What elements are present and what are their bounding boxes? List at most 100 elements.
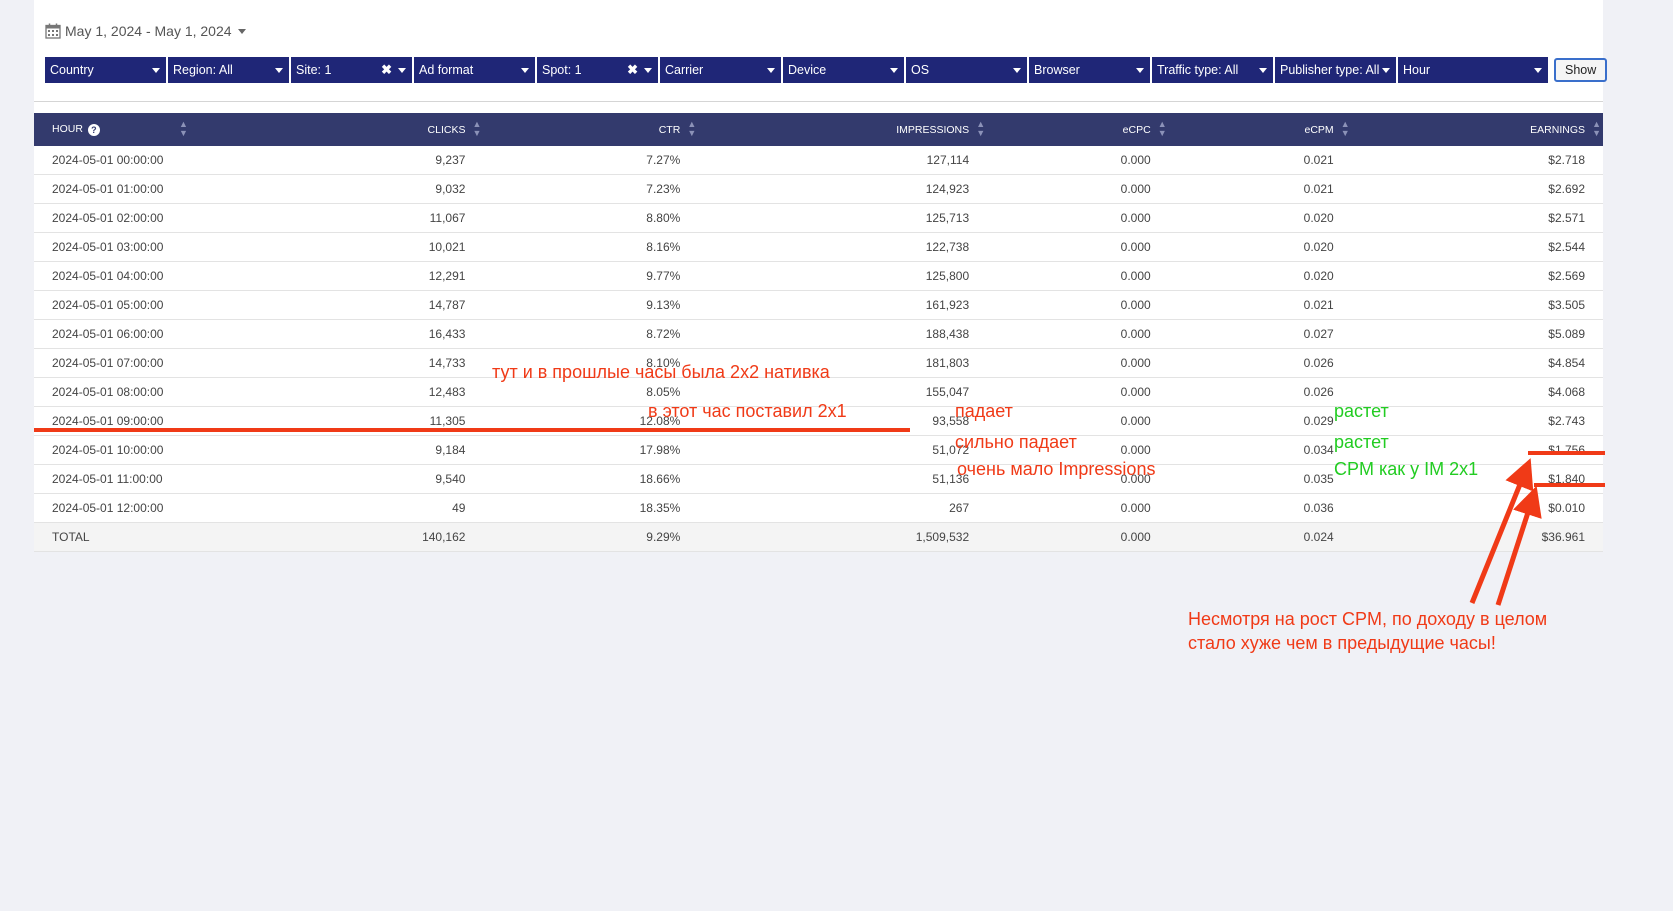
filter-label: OS bbox=[911, 63, 930, 77]
sort-icon[interactable]: ▲ ▼ bbox=[1341, 120, 1350, 138]
column-header-ecpc[interactable]: eCPC ▲ ▼ bbox=[987, 113, 1169, 146]
sort-icon[interactable]: ▲ ▼ bbox=[473, 120, 482, 138]
table-cell: 0.000 bbox=[987, 493, 1169, 523]
table-cell: $2.718 bbox=[1351, 146, 1603, 175]
filter-dropdown-7[interactable]: OS bbox=[906, 57, 1027, 83]
sort-icon[interactable]: ▲ ▼ bbox=[1592, 120, 1601, 138]
annotation-growing-1: растет bbox=[1334, 401, 1389, 421]
column-header-ctr[interactable]: CTR ▲ ▼ bbox=[483, 113, 699, 146]
table-cell: 161,923 bbox=[698, 290, 988, 320]
filter-label: Traffic type: All bbox=[1157, 63, 1239, 77]
table-body: 2024-05-01 00:00:00 9,237 7.27% 127,114 0.00… bbox=[34, 146, 1603, 552]
filter-label: Site: 1 bbox=[296, 63, 332, 77]
filter-label: Country bbox=[50, 63, 94, 77]
filter-dropdown-11[interactable]: Hour bbox=[1398, 57, 1548, 83]
date-range-picker[interactable]: May 1, 2024 - May 1, 2024 bbox=[45, 20, 246, 42]
table-row: 2024-05-01 06:00:00 16,433 8.72% 188,438 0.0… bbox=[34, 319, 1603, 349]
chevron-down-icon bbox=[275, 68, 283, 73]
sort-icon[interactable]: ▲ ▼ bbox=[687, 120, 696, 138]
table-cell: 9,237 bbox=[267, 146, 484, 175]
table-cell: 2024-05-01 10:00:00 bbox=[34, 435, 268, 465]
column-header-impressions[interactable]: IMPRESSIONS ▲ ▼ bbox=[698, 113, 988, 146]
filter-dropdown-5[interactable]: Carrier bbox=[660, 57, 781, 83]
column-header-earnings[interactable]: EARNINGS ▲ ▼ bbox=[1351, 113, 1603, 146]
table-cell: 0.000 bbox=[987, 261, 1169, 291]
table-cell: 0.020 bbox=[1168, 203, 1352, 233]
table-cell: 0.000 bbox=[987, 377, 1169, 407]
table-cell: 2024-05-01 09:00:00 bbox=[34, 406, 268, 436]
filter-dropdown-8[interactable]: Browser bbox=[1029, 57, 1150, 83]
table-cell: 2024-05-01 03:00:00 bbox=[34, 232, 268, 262]
filter-dropdown-9[interactable]: Traffic type: All bbox=[1152, 57, 1273, 83]
table-cell: $2.569 bbox=[1351, 261, 1603, 291]
divider bbox=[34, 101, 1603, 102]
filter-label: Hour bbox=[1403, 63, 1431, 77]
table-cell: 0.027 bbox=[1168, 319, 1352, 349]
date-range-label: May 1, 2024 - May 1, 2024 bbox=[65, 23, 232, 39]
table-cell: 7.23% bbox=[483, 174, 699, 204]
column-header-ecpm[interactable]: eCPM ▲ ▼ bbox=[1168, 113, 1352, 146]
table-cell: 2024-05-01 08:00:00 bbox=[34, 377, 268, 407]
filter-dropdown-0[interactable]: Country bbox=[45, 57, 166, 83]
column-header-label: eCPM bbox=[1304, 123, 1334, 136]
column-header-hour[interactable]: HOUR? ▲ ▼ bbox=[34, 113, 268, 146]
sort-icon[interactable]: ▲ ▼ bbox=[976, 120, 985, 138]
table-cell: $2.743 bbox=[1351, 406, 1603, 436]
chevron-down-icon bbox=[1534, 68, 1542, 73]
column-header-label: CTR bbox=[658, 123, 681, 136]
table-cell: 188,438 bbox=[698, 319, 988, 349]
table-cell: 2024-05-01 12:00:00 bbox=[34, 493, 268, 523]
table-cell: 9.13% bbox=[483, 290, 699, 320]
filter-dropdown-4[interactable]: Spot: 1 ✖ bbox=[537, 57, 658, 83]
table-cell: $5.089 bbox=[1351, 319, 1603, 349]
table-row: 2024-05-01 05:00:00 14,787 9.13% 161,923 0.0… bbox=[34, 290, 1603, 320]
table-row: 2024-05-01 12:00:00 49 18.35% 267 0.000 0.036… bbox=[34, 493, 1603, 523]
column-header-label: eCPC bbox=[1122, 123, 1151, 136]
table-cell: 0.021 bbox=[1168, 174, 1352, 204]
annotation-growing-2: растет bbox=[1334, 432, 1389, 452]
table-cell: 14,787 bbox=[267, 290, 484, 320]
table-cell: 16,433 bbox=[267, 319, 484, 349]
table-row: 2024-05-01 01:00:00 9,032 7.23% 124,923 0.00… bbox=[34, 174, 1603, 204]
filter-dropdown-2[interactable]: Site: 1 ✖ bbox=[291, 57, 412, 83]
filter-dropdown-3[interactable]: Ad format bbox=[414, 57, 535, 83]
chevron-down-icon bbox=[644, 68, 652, 73]
table-cell: 51,072 bbox=[698, 435, 988, 465]
show-button[interactable]: Show bbox=[1554, 58, 1608, 82]
report-table: HOUR? ▲ ▼ CLICKS ▲ ▼ CTR ▲ ▼ IMPRESSIONS ▲ ▼ eCPC ▲ ▼ e… bbox=[34, 113, 1603, 552]
filter-label: Ad format bbox=[419, 63, 474, 77]
sort-icon[interactable]: ▲ ▼ bbox=[1158, 120, 1167, 138]
column-header-clicks[interactable]: CLICKS ▲ ▼ bbox=[267, 113, 484, 146]
table-cell: 0.000 bbox=[987, 290, 1169, 320]
help-icon[interactable]: ? bbox=[87, 123, 100, 136]
filter-dropdown-6[interactable]: Device bbox=[783, 57, 904, 83]
chevron-down-icon bbox=[890, 68, 898, 73]
clear-icon[interactable]: ✖ bbox=[381, 57, 392, 83]
table-cell: 125,713 bbox=[698, 203, 988, 233]
sort-icon[interactable]: ▲ ▼ bbox=[179, 120, 188, 138]
annotation-cpm-like-im: CPM как у IM 2х1 bbox=[1334, 459, 1479, 479]
chevron-down-icon bbox=[1013, 68, 1021, 73]
table-cell: 140,162 bbox=[267, 522, 484, 552]
table-cell: 2024-05-01 01:00:00 bbox=[34, 174, 268, 204]
table-cell: $2.571 bbox=[1351, 203, 1603, 233]
table-cell: 124,923 bbox=[698, 174, 988, 204]
table-cell: $36.961 bbox=[1351, 522, 1603, 552]
table-cell: 2024-05-01 06:00:00 bbox=[34, 319, 268, 349]
table-cell: 0.020 bbox=[1168, 261, 1352, 291]
filter-dropdown-1[interactable]: Region: All bbox=[168, 57, 289, 83]
clear-icon[interactable]: ✖ bbox=[627, 57, 638, 83]
table-header-row: HOUR? ▲ ▼ CLICKS ▲ ▼ CTR ▲ ▼ IMPRESSIONS ▲ ▼ eCPC ▲ ▼ e… bbox=[34, 113, 1603, 146]
table-cell: 2024-05-01 02:00:00 bbox=[34, 203, 268, 233]
table-row: 2024-05-01 04:00:00 12,291 9.77% 125,800 0.0… bbox=[34, 261, 1603, 291]
chevron-down-icon bbox=[398, 68, 406, 73]
chevron-down-icon bbox=[1259, 68, 1267, 73]
table-cell: 0.026 bbox=[1168, 348, 1352, 378]
filter-dropdown-10[interactable]: Publisher type: All bbox=[1275, 57, 1396, 83]
annotation-conclusion-line2: стало хуже чем в предыдущие часы! bbox=[1188, 633, 1496, 653]
table-cell: 18.66% bbox=[483, 464, 699, 494]
chevron-down-icon bbox=[1382, 68, 1390, 73]
table-cell: 2024-05-01 05:00:00 bbox=[34, 290, 268, 320]
table-cell: 0.026 bbox=[1168, 377, 1352, 407]
table-cell: 0.020 bbox=[1168, 232, 1352, 262]
